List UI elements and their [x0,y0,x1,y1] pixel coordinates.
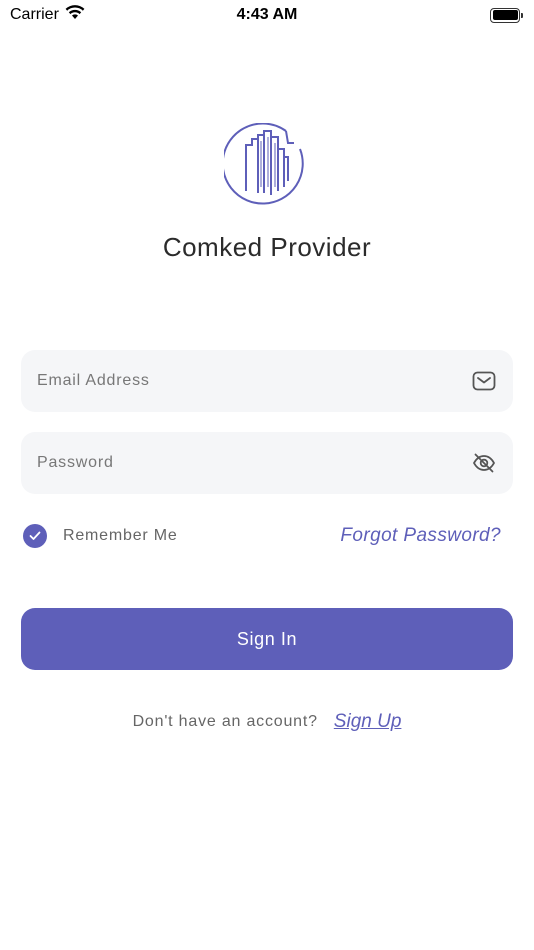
battery-fill [492,10,518,20]
remember-me-toggle[interactable]: Remember Me [23,524,178,548]
login-screen: Carrier 4:43 AM Comked Provider Email Ad… [0,0,534,950]
email-input[interactable] [37,372,471,390]
battery-icon [490,7,523,23]
wifi-icon [65,5,85,25]
status-bar: Carrier 4:43 AM [0,0,534,30]
sign-in-button[interactable]: Sign In [21,608,513,670]
carrier-label: Carrier [10,6,59,23]
signup-row: Don't have an account? Sign Up [0,708,534,736]
remember-row: Remember Me Forgot Password? [23,522,501,550]
email-field-container [21,350,513,412]
forgot-password-link[interactable]: Forgot Password? [340,525,501,547]
checkmark-icon[interactable] [23,524,47,548]
status-time: 4:43 AM [236,6,298,23]
remember-me-label: Remember Me [63,527,178,544]
signup-prompt: Don't have an account? [132,713,318,730]
password-input[interactable] [37,454,471,472]
sign-up-link[interactable]: Sign Up [334,711,402,733]
status-left: Carrier [10,5,85,25]
eye-off-icon[interactable] [471,450,497,476]
password-field-container [21,432,513,494]
app-title: Comked Provider [162,232,372,262]
city-buildings-logo-icon [221,122,310,209]
mail-icon [471,368,497,394]
